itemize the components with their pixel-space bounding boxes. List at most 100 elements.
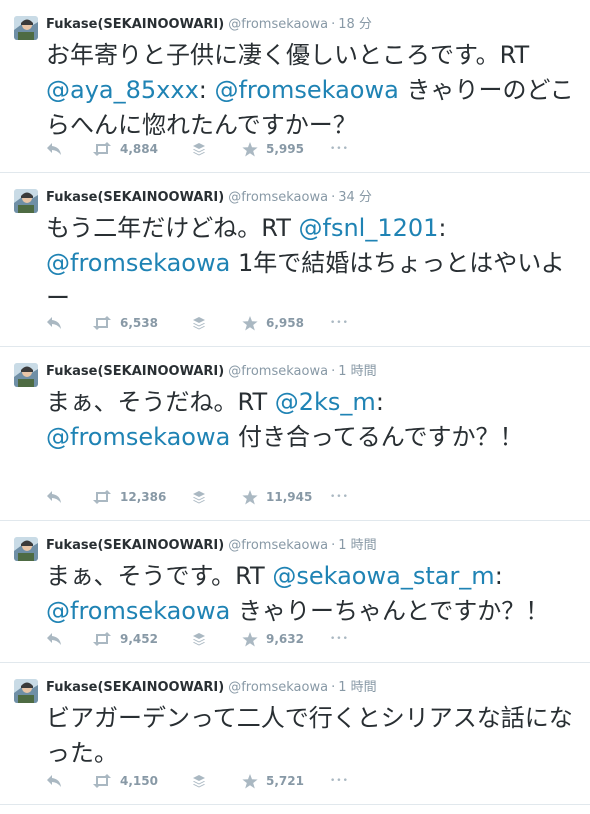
reply-icon [46,490,62,504]
more-button[interactable]: ••• [330,770,349,792]
buffer-button[interactable] [192,486,206,508]
tweet[interactable]: Fukase(SEKAINOOWARI) @fromsekaowa · 34 分 もう… [0,173,590,347]
author-name[interactable]: Fukase(SEKAINOOWARI) [46,680,224,695]
layers-icon [192,774,206,788]
timestamp[interactable]: 1 時間 [338,364,376,379]
text-segment: まぁ、そうだね。RT [46,388,275,416]
text-segment: : [198,76,215,104]
avatar[interactable] [14,16,38,40]
text-segment: : [494,562,503,590]
reply-button[interactable] [46,312,62,334]
tweet-text: まぁ、そうです。RT @sekaowa_star_m: @fromsekaowa… [46,559,574,629]
star-icon [242,489,258,505]
retweet-button[interactable]: 4,884 [92,138,158,160]
favorite-count: 9,632 [266,632,304,646]
mention-link[interactable]: @fsnl_1201 [299,214,439,242]
avatar[interactable] [14,679,38,703]
star-icon [242,141,258,157]
more-dots-icon: ••• [330,144,349,154]
author-handle[interactable]: @fromsekaowa [228,190,328,205]
mention-link[interactable]: @fromsekaowa [214,76,398,104]
buffer-button[interactable] [192,312,206,334]
text-segment: もう二年だけどね。RT [46,214,299,242]
mention-link[interactable]: @2ks_m [275,388,376,416]
retweet-count: 4,150 [120,774,158,788]
tweet-header: Fukase(SEKAINOOWARI) @fromsekaowa · 34 分 [46,188,372,208]
layers-icon [192,142,206,156]
retweet-icon [92,774,112,788]
retweet-icon [92,632,112,646]
favorite-button[interactable]: 9,632 [242,628,304,650]
more-dots-icon: ••• [330,318,349,328]
author-handle[interactable]: @fromsekaowa [228,17,328,32]
retweet-button[interactable]: 12,386 [92,486,166,508]
more-dots-icon: ••• [330,492,349,502]
buffer-button[interactable] [192,770,206,792]
author-name[interactable]: Fukase(SEKAINOOWARI) [46,538,224,553]
reply-icon [46,316,62,330]
tweet-actions: 12,386 11,945 ••• [46,486,574,508]
mention-link[interactable]: @fromsekaowa [46,597,230,625]
more-button[interactable]: ••• [330,312,349,334]
mention-link[interactable]: @fromsekaowa [46,423,230,451]
retweet-count: 9,452 [120,632,158,646]
retweet-count: 4,884 [120,142,158,156]
avatar[interactable] [14,189,38,213]
favorite-button[interactable]: 11,945 [242,486,312,508]
timestamp[interactable]: 1 時間 [338,538,376,553]
mention-link[interactable]: @fromsekaowa [46,249,230,277]
tweet-actions: 9,452 9,632 ••• [46,628,574,650]
more-button[interactable]: ••• [330,628,349,650]
buffer-button[interactable] [192,138,206,160]
favorite-button[interactable]: 5,995 [242,138,304,160]
reply-icon [46,632,62,646]
tweet-actions: 6,538 6,958 ••• [46,312,574,334]
retweet-count: 12,386 [120,490,167,504]
more-dots-icon: ••• [330,634,349,644]
text-segment: : [375,388,384,416]
separator-dot: · [331,190,336,205]
favorite-button[interactable]: 5,721 [242,770,304,792]
tweet-header: Fukase(SEKAINOOWARI) @fromsekaowa · 18 分 [46,15,372,35]
star-icon [242,773,258,789]
retweet-button[interactable]: 9,452 [92,628,158,650]
reply-button[interactable] [46,486,62,508]
timestamp[interactable]: 18 分 [338,17,372,32]
mention-link[interactable]: @sekaowa_star_m [272,562,494,590]
tweet[interactable]: Fukase(SEKAINOOWARI) @fromsekaowa · 1 時間 ビア… [0,663,590,805]
favorite-count: 5,995 [266,142,304,156]
tweet-header: Fukase(SEKAINOOWARI) @fromsekaowa · 1 時間 [46,678,377,698]
buffer-button[interactable] [192,628,206,650]
author-handle[interactable]: @fromsekaowa [228,538,328,553]
tweet[interactable]: Fukase(SEKAINOOWARI) @fromsekaowa · 1 時間 まぁ… [0,521,590,663]
reply-button[interactable] [46,138,62,160]
tweet-timeline: Fukase(SEKAINOOWARI) @fromsekaowa · 18 分 お年… [0,0,590,814]
reply-button[interactable] [46,770,62,792]
retweet-button[interactable]: 6,538 [92,312,158,334]
separator-dot: · [331,364,336,379]
author-name[interactable]: Fukase(SEKAINOOWARI) [46,17,224,32]
author-handle[interactable]: @fromsekaowa [228,364,328,379]
author-handle[interactable]: @fromsekaowa [228,680,328,695]
author-name[interactable]: Fukase(SEKAINOOWARI) [46,190,224,205]
avatar[interactable] [14,537,38,561]
timestamp[interactable]: 1 時間 [338,680,376,695]
retweet-icon [92,490,112,504]
more-dots-icon: ••• [330,776,349,786]
avatar[interactable] [14,363,38,387]
author-name[interactable]: Fukase(SEKAINOOWARI) [46,364,224,379]
retweet-icon [92,316,112,330]
tweet[interactable]: Fukase(SEKAINOOWARI) @fromsekaowa · 18 分 お年… [0,0,590,173]
text-segment: お年寄りと子供に凄く優しいところです。RT [46,41,530,69]
retweet-button[interactable]: 4,150 [92,770,158,792]
favorite-count: 5,721 [266,774,304,788]
mention-link[interactable]: @aya_85xxx [46,76,199,104]
favorite-button[interactable]: 6,958 [242,312,304,334]
tweet[interactable]: Fukase(SEKAINOOWARI) @fromsekaowa · 1 時間 まぁ… [0,347,590,521]
favorite-count: 6,958 [266,316,304,330]
more-button[interactable]: ••• [330,138,349,160]
tweet-text: お年寄りと子供に凄く優しいところです。RT @aya_85xxx: @froms… [46,38,574,143]
more-button[interactable]: ••• [330,486,349,508]
timestamp[interactable]: 34 分 [338,190,372,205]
reply-button[interactable] [46,628,62,650]
